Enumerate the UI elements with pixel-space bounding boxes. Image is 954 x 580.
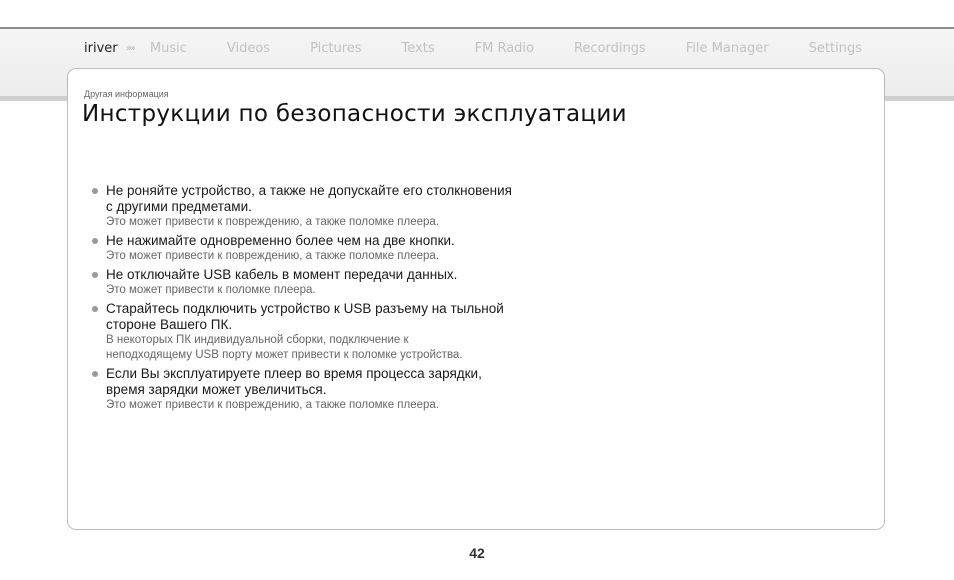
safety-instructions-list: Не роняйте устройство, а также не допуск… [92,183,512,416]
instruction-text: Не отключайте USB кабель в момент переда… [106,267,458,282]
list-item: Не отключайте USB кабель в момент переда… [92,267,512,298]
list-item: Не нажимайте одновременно более чем на д… [92,233,512,264]
list-item: Старайтесь подключить устройство к USB р… [92,301,512,363]
instruction-text: Старайтесь подключить устройство к USB р… [106,301,504,332]
nav-item-videos[interactable]: Videos [227,41,270,56]
bullet-icon [92,272,98,278]
instruction-note: Это может привести к поломке плеера. [106,284,316,296]
bullet-icon [92,371,98,377]
instruction-note: Это может привести к повреждению, а такж… [106,216,440,228]
instruction-text: Если Вы эксплуатируете плеер во время пр… [106,366,482,397]
section-label: Другая информация [84,89,169,99]
nav-item-pictures[interactable]: Pictures [310,41,361,56]
instruction-note: Это может привести к повреждению, а такж… [106,399,440,411]
instruction-note: Это может привести к повреждению, а такж… [106,250,440,262]
page-number: 42 [469,545,485,561]
top-navigation: iriver »» Music Videos Pictures Texts FM… [84,38,862,58]
nav-item-music[interactable]: Music [150,41,187,56]
list-item: Не роняйте устройство, а также не допуск… [92,183,512,230]
instruction-text: Не нажимайте одновременно более чем на д… [106,233,455,248]
nav-item-recordings[interactable]: Recordings [574,41,646,56]
content-card: Другая информация Инструкции по безопасн… [67,68,885,530]
nav-item-settings[interactable]: Settings [809,41,862,56]
page-title: Инструкции по безопасности эксплуатации [82,101,627,127]
bullet-icon [92,238,98,244]
nav-item-file-manager[interactable]: File Manager [686,41,769,56]
nav-item-texts[interactable]: Texts [402,41,435,56]
bullet-icon [92,188,98,194]
instruction-text: Не роняйте устройство, а также не допуск… [106,183,512,214]
nav-item-fm-radio[interactable]: FM Radio [475,41,534,56]
double-chevron-right-icon: »» [125,42,136,54]
brand-logo[interactable]: iriver [84,41,118,56]
bullet-icon [92,306,98,312]
instruction-note: В некоторых ПК индивидуальной сборки, по… [106,334,463,361]
list-item: Если Вы эксплуатируете плеер во время пр… [92,366,512,413]
